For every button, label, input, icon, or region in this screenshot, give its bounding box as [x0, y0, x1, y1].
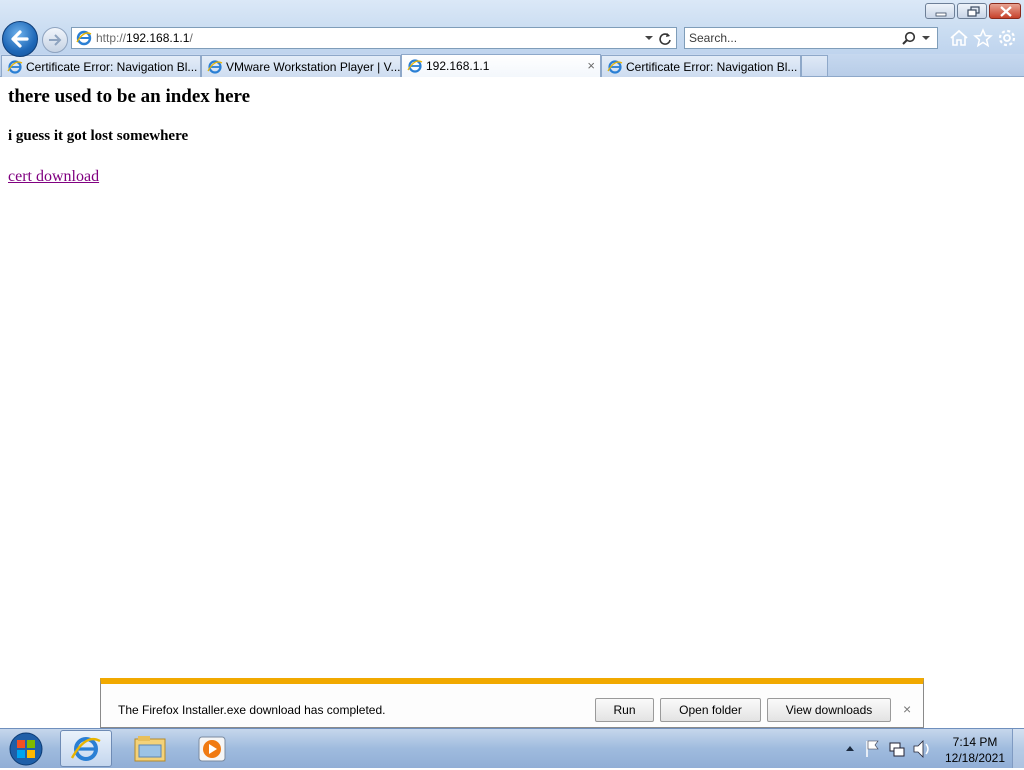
taskbar-clock[interactable]: 7:14 PM 12/18/2021 — [940, 734, 1010, 766]
ie-page-icon — [207, 60, 223, 74]
close-window-button[interactable] — [989, 3, 1021, 19]
page-subheading: i guess it got lost somewhere — [8, 128, 189, 144]
gear-icon[interactable] — [997, 28, 1017, 48]
address-bar[interactable]: http://192.168.1.1/ — [71, 27, 677, 49]
tab-label: VMware Workstation Player | V... — [226, 60, 401, 74]
restore-button[interactable] — [957, 3, 987, 19]
tab-label: 192.168.1.1 — [426, 59, 490, 73]
ie-page-icon — [76, 30, 92, 46]
tab-192-168-1-1[interactable]: 192.168.1.1 × — [401, 54, 601, 77]
dropdown-arrow-icon[interactable] — [644, 34, 654, 42]
tab-certificate-error-2[interactable]: Certificate Error: Navigation Bl... — [601, 55, 801, 77]
back-button[interactable] — [2, 21, 38, 57]
taskbar-media-player[interactable] — [186, 730, 238, 767]
start-button[interactable] — [6, 732, 46, 766]
taskbar-windows-explorer[interactable] — [124, 730, 176, 767]
close-icon — [1000, 6, 1012, 17]
restore-icon — [967, 6, 980, 17]
show-hidden-icons-icon[interactable] — [846, 746, 854, 751]
system-tray — [846, 740, 929, 758]
ie-page-icon — [7, 60, 23, 74]
favorites-star-icon[interactable] — [973, 28, 993, 48]
tab-vmware[interactable]: VMware Workstation Player | V... — [201, 55, 401, 77]
tab-label: Certificate Error: Navigation Bl... — [26, 60, 198, 74]
folder-icon — [134, 736, 166, 762]
search-icon[interactable] — [901, 31, 917, 47]
clock-date: 12/18/2021 — [944, 751, 1006, 765]
browser-toolbar: http://192.168.1.1/ — [0, 0, 1024, 57]
tab-certificate-error-1[interactable]: Certificate Error: Navigation Bl... — [1, 55, 201, 77]
search-input[interactable] — [689, 30, 889, 46]
clock-time: 7:14 PM — [952, 735, 998, 749]
arrow-left-icon — [11, 30, 29, 48]
show-desktop-button[interactable] — [1012, 729, 1024, 768]
minimize-icon — [935, 12, 947, 17]
ie-page-icon — [607, 60, 623, 74]
taskbar-internet-explorer[interactable] — [60, 730, 112, 767]
open-folder-button[interactable]: Open folder — [660, 698, 761, 722]
download-message: The Firefox Installer.exe download has c… — [118, 703, 386, 717]
action-center-flag-icon[interactable] — [866, 740, 879, 757]
run-button[interactable]: Run — [595, 698, 654, 722]
tab-strip: Certificate Error: Navigation Bl... VMwa… — [0, 54, 1024, 77]
ie-icon — [70, 737, 101, 761]
close-download-bar-icon[interactable]: × — [903, 701, 911, 717]
minimize-button[interactable] — [925, 3, 955, 19]
view-downloads-button[interactable]: View downloads — [767, 698, 891, 722]
refresh-icon[interactable] — [658, 31, 672, 45]
network-icon[interactable] — [889, 742, 905, 757]
tab-close-icon[interactable]: × — [587, 58, 595, 73]
volume-icon[interactable] — [913, 740, 929, 758]
address-url: http://192.168.1.1/ — [96, 31, 193, 45]
media-player-icon — [198, 736, 226, 762]
page-heading: there used to be an index here — [8, 86, 251, 107]
arrow-right-icon — [49, 34, 62, 46]
new-tab-button[interactable] — [801, 55, 828, 76]
home-icon[interactable] — [949, 28, 969, 48]
download-notification-bar: The Firefox Installer.exe download has c… — [100, 678, 924, 728]
taskbar: 7:14 PM 12/18/2021 — [0, 728, 1024, 768]
tab-label: Certificate Error: Navigation Bl... — [626, 60, 798, 74]
search-dropdown-icon[interactable] — [921, 35, 931, 43]
cert-download-link[interactable]: cert download — [8, 168, 99, 186]
forward-button[interactable] — [42, 27, 68, 53]
search-box[interactable] — [684, 27, 938, 49]
ie-page-icon — [407, 59, 423, 73]
